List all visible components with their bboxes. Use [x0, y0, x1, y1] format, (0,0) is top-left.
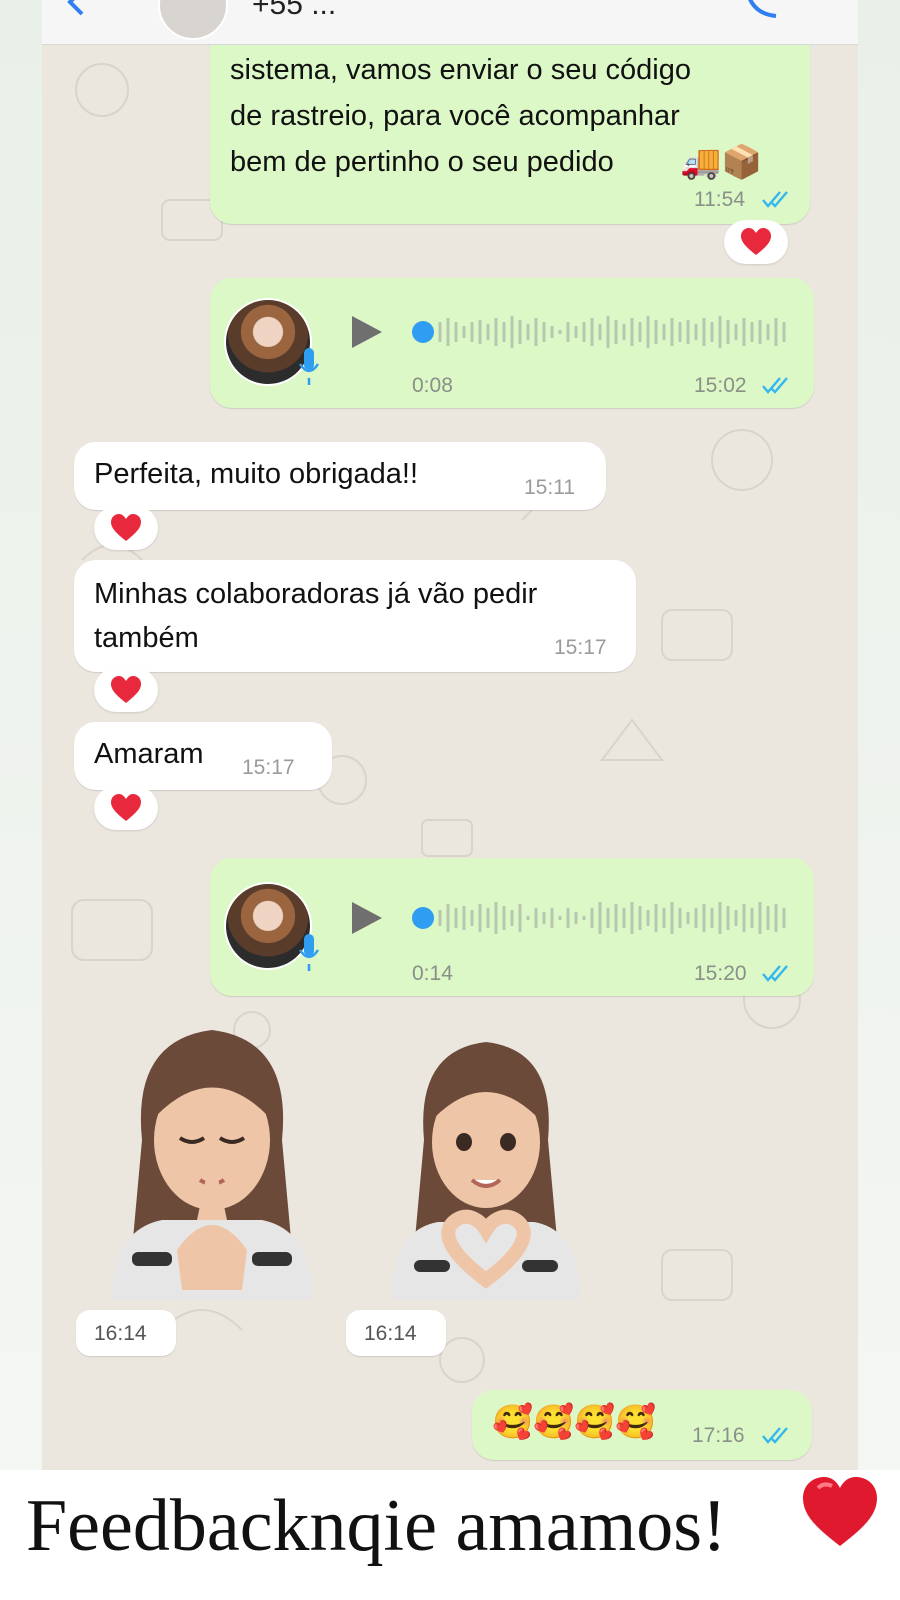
message-time: 15:17 [242, 756, 295, 779]
outgoing-message[interactable]: 🥰🥰🥰🥰 17:16 [472, 1390, 812, 1460]
double-check-icon [762, 377, 788, 394]
incoming-message[interactable]: Perfeita, muito obrigada!! 15:11 [74, 442, 606, 510]
incoming-message[interactable]: Minhas colaboradoras já vão pedir também… [74, 560, 636, 672]
heart-reaction[interactable] [94, 668, 158, 712]
phone-icon[interactable] [742, 0, 782, 20]
voice-waveform[interactable] [438, 312, 788, 352]
playback-position-dot[interactable] [412, 907, 434, 929]
message-text-line: sistema, vamos enviar o seu código [230, 54, 691, 86]
red-heart-icon [741, 228, 771, 255]
message-text-line: de rastreio, para você acompanhar [230, 100, 680, 132]
microphone-icon [298, 348, 320, 385]
heart-reaction[interactable] [94, 786, 158, 830]
red-heart-icon [803, 1477, 877, 1546]
message-text-line: Minhas colaboradoras já vão pedir [94, 578, 538, 610]
double-check-icon [762, 191, 788, 208]
heart-reaction[interactable] [94, 506, 158, 550]
message-time: 17:16 [692, 1424, 745, 1447]
chat-background: sistema, vamos enviar o seu código de ra… [42, 0, 858, 1470]
double-check-icon [762, 1427, 788, 1444]
message-text: Amaram [94, 738, 204, 770]
left-margin [0, 0, 42, 1470]
back-arrow-icon[interactable] [62, 0, 92, 18]
message-time: 11:54 [694, 188, 745, 211]
truck-box-emoji: 🚚📦 [680, 143, 763, 180]
play-button[interactable] [352, 316, 382, 348]
play-button[interactable] [352, 902, 382, 934]
chat-header: +55 ... [42, 0, 858, 45]
outgoing-voice-message[interactable]: 0:08 15:02 [210, 278, 814, 408]
message-time: 15:02 [694, 374, 747, 397]
story-caption-band: Feedbacknqie amamos! [0, 1470, 900, 1600]
right-margin [858, 0, 900, 1470]
playback-position-dot[interactable] [412, 321, 434, 343]
caption-text: Feedbacknqie amamos! [26, 1485, 727, 1567]
voice-duration: 0:14 [412, 962, 453, 985]
message-text-line: bem de pertinho o seu pedido [230, 146, 614, 178]
double-check-icon [762, 965, 788, 982]
message-time: 16:14 [94, 1322, 147, 1345]
memoji-heart-hands-sticker[interactable] [386, 1030, 586, 1300]
memoji-praying-sticker[interactable] [102, 1020, 322, 1300]
voice-waveform[interactable] [438, 898, 788, 938]
outgoing-voice-message[interactable]: 0:14 15:20 [210, 858, 814, 996]
message-time: 15:20 [694, 962, 747, 985]
microphone-icon [298, 934, 320, 971]
message-time: 15:17 [554, 636, 607, 659]
message-text-line: também [94, 622, 199, 654]
sticker-timestamp: 16:14 [76, 1310, 176, 1356]
red-heart-icon [111, 676, 141, 703]
message-time: 16:14 [364, 1322, 417, 1345]
message-text: Perfeita, muito obrigada!! [94, 458, 419, 490]
voice-duration: 0:08 [412, 374, 453, 397]
smiling-hearts-emojis: 🥰🥰🥰🥰 [492, 1403, 657, 1440]
sticker-timestamp: 16:14 [346, 1310, 446, 1356]
contact-name[interactable]: +55 ... [252, 0, 336, 22]
red-heart-icon [111, 794, 141, 821]
heart-reaction[interactable] [724, 220, 788, 264]
incoming-message[interactable]: Amaram 15:17 [74, 722, 332, 790]
red-heart-icon [111, 514, 141, 541]
contact-avatar[interactable] [158, 0, 228, 40]
message-time: 15:11 [524, 476, 575, 499]
